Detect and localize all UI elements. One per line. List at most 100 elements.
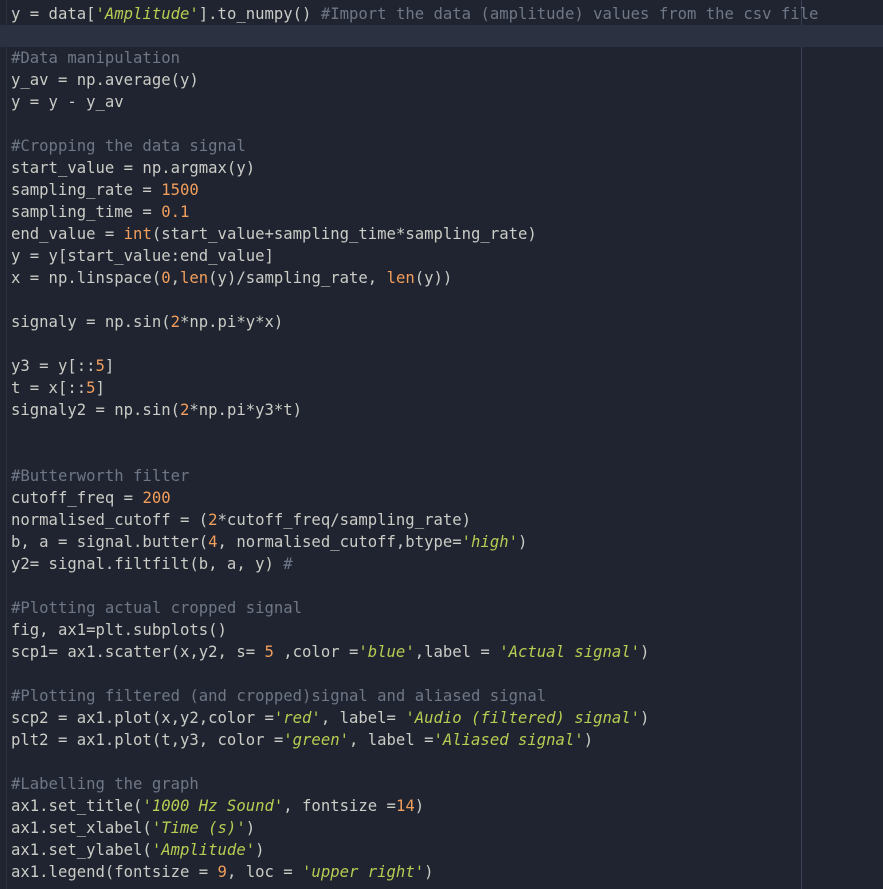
code-line[interactable]: ​ xyxy=(11,663,883,685)
code-line[interactable]: #Butterworth filter xyxy=(11,465,883,487)
code-token: ax1.set_title( xyxy=(11,797,143,815)
code-token: 0.1 xyxy=(161,203,190,221)
code-token: 'Aliased signal' xyxy=(433,731,584,749)
code-token: (y)) xyxy=(414,269,453,287)
code-token: ,label = xyxy=(414,643,500,661)
code-token: 2 xyxy=(180,401,190,419)
code-line[interactable]: start_value = np.argmax(y) xyxy=(11,157,883,179)
code-token: y = y[start_value:end_value] xyxy=(11,247,274,265)
code-token: 'Audio (filtered) signal' xyxy=(405,709,641,727)
code-token: ) xyxy=(640,709,650,727)
code-token: *cutoff_freq/sampling_rate) xyxy=(217,511,472,529)
code-token: y2= signal.filtfilt(b, a, y) xyxy=(11,555,284,573)
code-line[interactable]: cutoff_freq = 200 xyxy=(11,487,883,509)
code-token: sampling_time = xyxy=(11,203,162,221)
code-token: b, a = signal.butter( xyxy=(11,533,209,551)
code-token: ax1.set_ylabel( xyxy=(11,841,152,859)
code-line[interactable]: scp2 = ax1.plot(x,y2,color ='red', label… xyxy=(11,707,883,729)
code-token: scp1= ax1.scatter(x,y2, s= xyxy=(11,643,265,661)
code-token: 5 xyxy=(264,643,274,661)
code-token: start_value = np.argmax(y) xyxy=(11,159,256,177)
code-line[interactable]: y = y[start_value:end_value] xyxy=(11,245,883,267)
code-line[interactable]: y = data['Amplitude'].to_numpy() #Import… xyxy=(11,3,883,25)
code-token: ) xyxy=(424,863,434,881)
code-line[interactable]: fig, ax1=plt.subplots() xyxy=(11,619,883,641)
code-line[interactable]: ax1.set_xlabel('Time (s)') xyxy=(11,817,883,839)
code-line[interactable]: signaly = np.sin(2*np.pi*y*x) xyxy=(11,311,883,333)
code-token: (start_value+sampling_time*sampling_rate… xyxy=(151,225,537,243)
code-token: #Labelling the graph xyxy=(11,775,199,793)
code-line[interactable]: ax1.legend(fontsize = 9, loc = 'upper ri… xyxy=(11,861,883,883)
code-line[interactable]: ​ xyxy=(11,333,883,355)
code-token: 1500 xyxy=(161,181,199,199)
code-line[interactable]: ax1.set_title('1000 Hz Sound', fontsize … xyxy=(11,795,883,817)
gutter-divider xyxy=(6,0,7,889)
code-line[interactable]: #Cropping the data signal xyxy=(11,135,883,157)
code-token: t = x[:: xyxy=(11,379,87,397)
code-token: len xyxy=(180,269,209,287)
code-token: y3 = y[:: xyxy=(11,357,96,375)
code-token: sampling_rate = xyxy=(11,181,162,199)
code-line[interactable]: ​ xyxy=(11,113,883,135)
code-token: #Data manipulation xyxy=(11,49,180,67)
code-token: #Plotting actual cropped signal xyxy=(11,599,303,617)
code-token: y_av = np.average(y) xyxy=(11,71,199,89)
code-line[interactable]: ​ xyxy=(11,421,883,443)
code-line[interactable]: y = y - y_av xyxy=(11,91,883,113)
code-line[interactable]: #Plotting actual cropped signal xyxy=(11,597,883,619)
code-editor[interactable]: y = data['Amplitude'].to_numpy() #Import… xyxy=(0,0,883,889)
code-line[interactable]: y3 = y[::5] xyxy=(11,355,883,377)
code-token: ) xyxy=(518,533,528,551)
code-line[interactable]: plt2 = ax1.plot(t,y3, color ='green', la… xyxy=(11,729,883,751)
code-line[interactable]: sampling_time = 0.1 xyxy=(11,201,883,223)
code-line[interactable]: ax1.set_ylabel('Amplitude') xyxy=(11,839,883,861)
code-line[interactable]: ​ xyxy=(0,25,883,47)
code-line[interactable]: ​ xyxy=(11,751,883,773)
code-token: y = y - y_av xyxy=(11,93,124,111)
code-token: 2 xyxy=(208,511,218,529)
code-line[interactable]: #Data manipulation xyxy=(11,47,883,69)
code-token: signaly = np.sin( xyxy=(11,313,171,331)
code-token: , xyxy=(170,269,180,287)
code-token: 2 xyxy=(170,313,180,331)
code-token: ,color = xyxy=(273,643,359,661)
code-line[interactable]: x = np.linspace(0,len(y)/sampling_rate, … xyxy=(11,267,883,289)
code-token: 5 xyxy=(86,379,96,397)
code-token: ) xyxy=(255,841,265,859)
code-line[interactable]: normalised_cutoff = (2*cutoff_freq/sampl… xyxy=(11,509,883,531)
code-line[interactable]: ​ xyxy=(11,443,883,465)
code-token: ax1.legend(fontsize = xyxy=(11,863,218,881)
code-line[interactable]: end_value = int(start_value+sampling_tim… xyxy=(11,223,883,245)
code-token: ) xyxy=(414,797,425,815)
code-line[interactable]: y2= signal.filtfilt(b, a, y) # xyxy=(11,553,883,575)
code-token: x = np.linspace( xyxy=(11,269,162,287)
code-token: 9 xyxy=(217,863,227,881)
code-line[interactable]: #Labelling the graph xyxy=(11,773,883,795)
code-line[interactable]: y_av = np.average(y) xyxy=(11,69,883,91)
code-token: *np.pi*y*x) xyxy=(180,313,284,331)
code-token: 'green' xyxy=(283,731,349,749)
code-token: (y)/sampling_rate, xyxy=(208,269,387,287)
code-line[interactable]: ​ xyxy=(11,575,883,597)
code-line[interactable]: b, a = signal.butter(4, normalised_cutof… xyxy=(11,531,883,553)
code-token: 'red' xyxy=(273,709,321,727)
code-token: len xyxy=(386,269,415,287)
code-token: 'Amplitude' xyxy=(95,5,199,23)
code-token: ] xyxy=(95,379,105,397)
code-line[interactable]: t = x[::5] xyxy=(11,377,883,399)
code-line[interactable]: ​ xyxy=(11,289,883,311)
code-token: '1000 Hz Sound' xyxy=(142,797,284,815)
code-token: , label= xyxy=(320,709,406,727)
code-line[interactable]: signaly2 = np.sin(2*np.pi*y3*t) xyxy=(11,399,883,421)
code-token: #Cropping the data signal xyxy=(11,137,246,155)
code-line[interactable]: #Plotting filtered (and cropped)signal a… xyxy=(11,685,883,707)
code-area[interactable]: y = data['Amplitude'].to_numpy() #Import… xyxy=(0,3,883,883)
code-line[interactable]: scp1= ax1.scatter(x,y2, s= 5 ,color ='bl… xyxy=(11,641,883,663)
code-token: ) xyxy=(245,819,256,837)
code-token: 'Time (s)' xyxy=(151,819,246,837)
code-line[interactable]: sampling_rate = 1500 xyxy=(11,179,883,201)
code-token: , loc = xyxy=(226,863,303,881)
code-token: 0 xyxy=(161,269,171,287)
code-token: , fontsize = xyxy=(283,797,396,815)
code-token: ) xyxy=(640,643,650,661)
